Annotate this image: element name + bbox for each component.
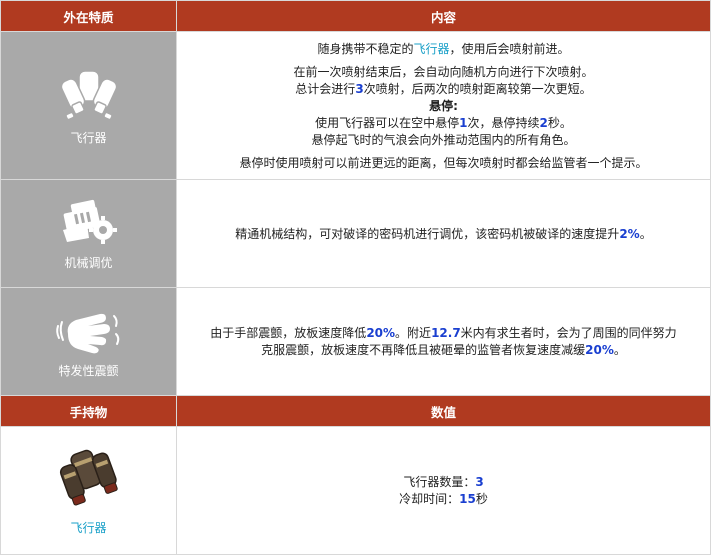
item-values: 飞行器数量：3 冷却时间：15秒 [176, 426, 711, 555]
trait-row-mechanic: 机械调优 精通机械结构，可对破译的密码机进行调优，该密码机被破译的速度提升2%。 [0, 179, 711, 288]
desc-line: 悬停时使用喷射可以前进更远的距离，但每次喷射时都会给监管者一个提示。 [239, 155, 648, 170]
trait-cell-tremor: 特发性震颤 [0, 287, 177, 396]
item-cell-jetpack: 飞行器 [0, 426, 177, 555]
jetpack-item-icon [59, 449, 118, 506]
header-traits: 外在特质 [0, 0, 177, 32]
item-row-jetpack: 飞行器 飞行器数量：3 冷却时间：15秒 [0, 426, 711, 555]
desc-line: 在前一次喷射结束后，会自动向随机方向进行下次喷射。 [293, 64, 594, 79]
trait-cell-mechanic: 机械调优 [0, 179, 177, 288]
trait-name-tremor: 特发性震颤 [58, 364, 119, 378]
item-name-link[interactable]: 飞行器 [70, 519, 106, 536]
trait-row-tremor: 特发性震颤 由于手部震颤，放板速度降低20%。附近12.7米内有求生者时，会为了… [0, 287, 711, 396]
shaking-hand-icon [55, 313, 119, 354]
desc-line: 使用飞行器可以在空中悬停1次，悬停持续2秒。 [315, 115, 572, 130]
header-values: 数值 [176, 395, 711, 427]
trait-name-jetpack: 飞行器 [70, 131, 107, 145]
item-count-line: 飞行器数量：3 [403, 475, 484, 489]
trait-name-mechanic: 机械调优 [64, 256, 113, 270]
desc-line: 克服震颤，放板速度不再降低且被砸晕的监管者恢复速度减缓20%。 [261, 343, 626, 357]
desc-line: 精通机械结构，可对破译的密码机进行调优，该密码机被破译的速度提升2%。 [235, 226, 652, 241]
trait-desc-tremor: 由于手部震颤，放板速度降低20%。附近12.7米内有求生者时，会为了周围的同伴努… [176, 287, 711, 396]
trait-cell-jetpack: 飞行器 [0, 31, 177, 180]
trait-desc-jetpack: 随身携带不稳定的飞行器，使用后会喷射前进。 在前一次喷射结束后，会自动向随机方向… [176, 31, 711, 180]
desc-line: 随身携带不稳定的飞行器，使用后会喷射前进。 [317, 41, 570, 56]
desc-line: 由于手部震颤，放板速度降低20%。附近12.7米内有求生者时，会为了周围的同伴努… [210, 326, 677, 340]
trait-desc-mechanic: 精通机械结构，可对破译的密码机进行调优，该密码机被破译的速度提升2%。 [176, 179, 711, 288]
item-header-row: 手持物 数值 [0, 395, 711, 427]
traits-header-row: 外在特质 内容 [0, 0, 711, 32]
item-cooldown-line: 冷却时间：15秒 [399, 492, 488, 506]
jetpack-link[interactable]: 飞行器 [413, 42, 449, 56]
header-content: 内容 [176, 0, 711, 32]
jet-count-value: 3 [355, 81, 364, 96]
jetpack-icon [60, 70, 117, 119]
character-trait-table: 外在特质 内容 飞行器 随身携带不稳定的飞行器，使用后会喷射前进。 在前一次喷射… [0, 0, 711, 555]
header-held-item: 手持物 [0, 395, 177, 427]
hover-heading: 悬停: [429, 98, 458, 113]
desc-line: 总计会进行3次喷射，后两次的喷射距离较第一次更短。 [295, 81, 592, 96]
desc-line: 悬停起飞时的气浪会向外推动范围内的所有角色。 [311, 132, 576, 147]
gear-machine-icon [62, 199, 117, 244]
trait-row-jetpack: 飞行器 随身携带不稳定的飞行器，使用后会喷射前进。 在前一次喷射结束后，会自动向… [0, 31, 711, 180]
